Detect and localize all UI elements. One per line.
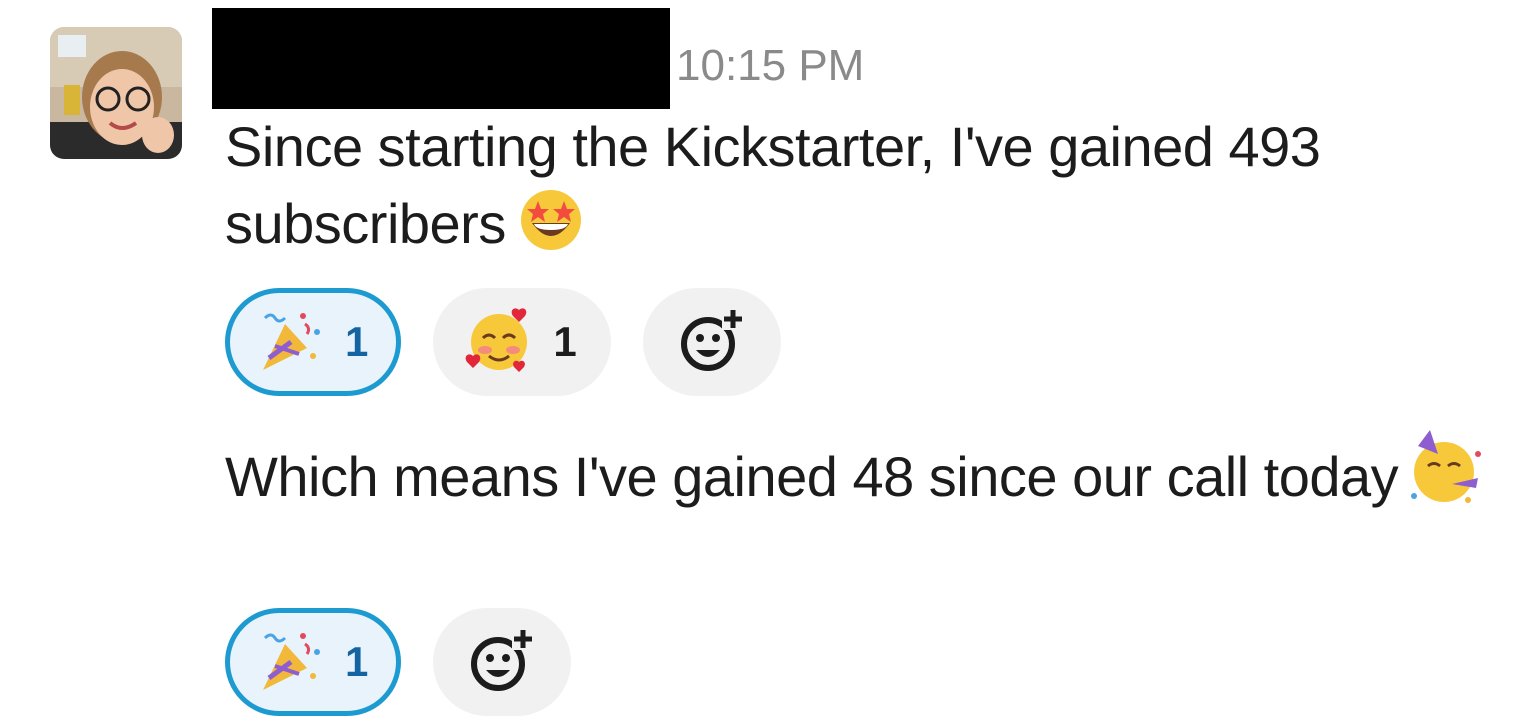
reaction-party-popper[interactable]: 1 — [225, 608, 402, 716]
partying-face-emoji-icon — [1408, 430, 1484, 523]
reaction-count: 1 — [345, 638, 369, 685]
add-reaction-icon — [676, 304, 748, 381]
redacted-username — [212, 8, 670, 109]
reaction-bar: 1 — [225, 608, 572, 716]
reaction-party-popper[interactable]: 1 — [225, 288, 402, 396]
message-text-content: Since starting the Kickstarter, I've gai… — [225, 115, 1321, 255]
reaction-count: 1 — [345, 318, 369, 365]
message-timestamp[interactable]: 10:15 PM — [676, 40, 864, 92]
party-popper-icon — [255, 624, 327, 701]
avatar[interactable] — [50, 27, 182, 159]
reaction-count: 1 — [553, 318, 577, 365]
message-text: Which means I've gained 48 since our cal… — [225, 430, 1485, 523]
add-reaction-button[interactable] — [433, 608, 572, 716]
reaction-smiling-face-with-hearts[interactable]: 1 — [433, 288, 611, 396]
add-reaction-button[interactable] — [642, 288, 781, 396]
message-text-content: Which means I've gained 48 since our cal… — [225, 445, 1399, 508]
star-struck-emoji-icon — [516, 183, 586, 270]
message-text: Since starting the Kickstarter, I've gai… — [225, 110, 1485, 270]
reaction-bar: 1 1 — [225, 288, 781, 396]
add-reaction-icon — [466, 624, 538, 701]
party-popper-icon — [255, 304, 327, 381]
smiling-face-with-hearts-icon — [463, 304, 535, 381]
